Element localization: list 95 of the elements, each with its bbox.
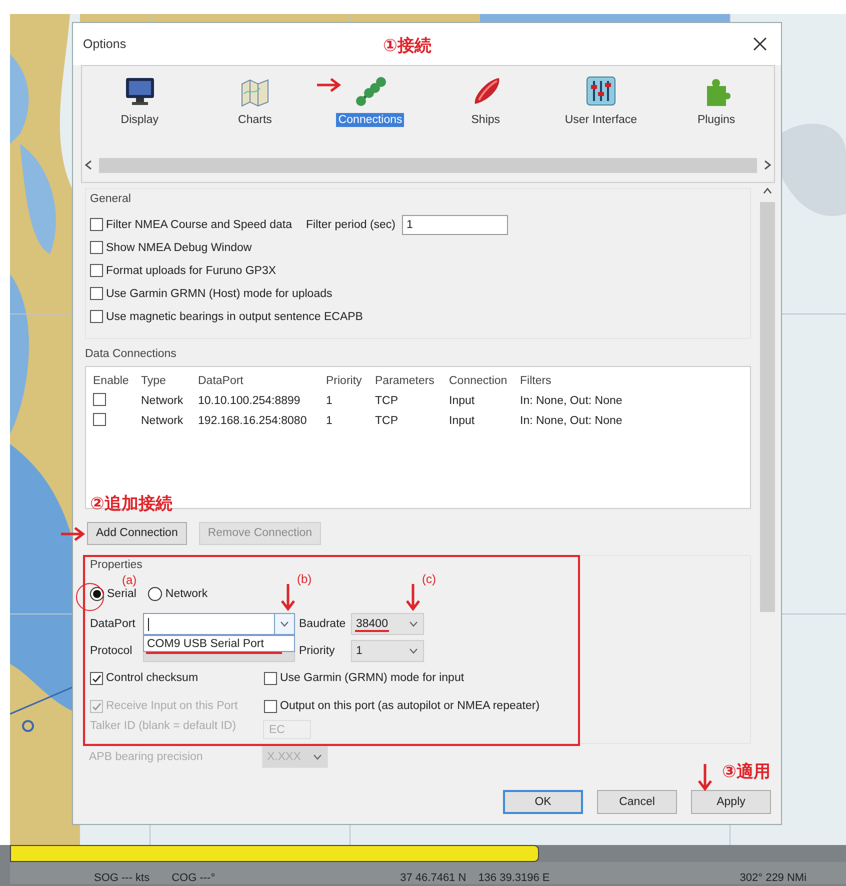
column-header: Filters bbox=[520, 375, 552, 387]
annotation-label: ②追加接続 bbox=[90, 494, 172, 514]
column-header: Priority bbox=[326, 375, 363, 387]
table-cell-text: 1 bbox=[326, 395, 334, 407]
scrollbar-thumb[interactable] bbox=[760, 202, 774, 612]
chevron-up-icon[interactable] bbox=[762, 186, 772, 196]
close-icon[interactable] bbox=[753, 37, 767, 51]
scrollbar-thumb[interactable] bbox=[99, 158, 757, 172]
checkbox[interactable] bbox=[90, 672, 103, 684]
column-header: DataPort bbox=[198, 375, 244, 387]
arrow bbox=[316, 77, 342, 93]
checkbox-label: Use magnetic bearings in output sentence ECAPB bbox=[106, 310, 363, 322]
annotation-label: ①接続 bbox=[383, 36, 432, 56]
caret-icon bbox=[313, 754, 322, 760]
column-header: Type bbox=[141, 375, 167, 387]
field-label: Priority bbox=[299, 645, 336, 657]
section-title: Properties bbox=[90, 558, 142, 572]
toolbar-tab[interactable]: User Interface bbox=[543, 74, 659, 156]
chevron-right-icon[interactable] bbox=[763, 160, 772, 170]
chevron-left-icon[interactable] bbox=[84, 160, 93, 170]
status-text: 136 39.3196 E bbox=[478, 872, 550, 884]
checkbox-label: Control checksum bbox=[106, 672, 198, 684]
checkbox-label: Filter NMEA Course and Speed data bbox=[106, 218, 292, 230]
checkbox[interactable] bbox=[264, 700, 277, 712]
status-text: SOG --- kts bbox=[94, 872, 150, 884]
input-field[interactable]: 1 bbox=[402, 214, 508, 234]
table-cell-text: TCP bbox=[375, 415, 399, 427]
baudrate-dropdown[interactable]: 38400 bbox=[351, 613, 424, 635]
checkbox[interactable] bbox=[90, 310, 103, 323]
radio-option[interactable]: Network bbox=[148, 587, 208, 601]
annotation-label: (c) bbox=[422, 572, 436, 586]
table-cell-text: In: None, Out: None bbox=[520, 415, 624, 427]
checkbox-label: Format uploads for Furuno GP3X bbox=[106, 264, 276, 276]
status-text: 302° 229 NMi bbox=[740, 872, 807, 884]
checkbox-label: Use Garmin (GRMN) mode for input bbox=[280, 672, 464, 684]
sliders-icon bbox=[584, 74, 618, 108]
toolbar-tab[interactable]: Plugins bbox=[658, 74, 774, 156]
dialog-button[interactable]: Apply bbox=[691, 790, 771, 814]
table-cell-text: Network bbox=[141, 395, 184, 407]
dialog-button[interactable]: Cancel bbox=[597, 790, 677, 814]
dialog-button[interactable]: OK bbox=[503, 790, 583, 814]
section-title: General bbox=[90, 192, 131, 207]
table-cell-text: Input bbox=[449, 415, 476, 427]
caret-icon bbox=[409, 648, 418, 654]
checkbox[interactable] bbox=[90, 218, 103, 231]
chain-icon bbox=[353, 74, 388, 108]
table-cell-text: In: None, Out: None bbox=[520, 395, 624, 407]
caret-icon bbox=[409, 621, 418, 627]
checkbox[interactable] bbox=[90, 241, 103, 254]
field-label: Baudrate bbox=[299, 618, 347, 630]
table-cell-text: 192.168.16.254:8080 bbox=[198, 415, 308, 427]
checkbox[interactable] bbox=[93, 393, 106, 406]
table-cell-text: 1 bbox=[326, 415, 334, 427]
checkbox-label: Use Garmin GRMN (Host) mode for uploads bbox=[106, 288, 332, 300]
toolbar-tab[interactable]: Connections bbox=[312, 74, 428, 156]
table-cell-text: Network bbox=[141, 415, 184, 427]
checkbox-label: Output on this port (as autopilot or NMEA repeater) bbox=[280, 700, 540, 712]
priority-dropdown[interactable]: 1 bbox=[351, 640, 424, 662]
arrow bbox=[280, 583, 296, 611]
toolbar-tab[interactable]: Charts bbox=[197, 74, 313, 156]
dataport-dropdown[interactable] bbox=[143, 613, 295, 635]
checkbox-label: Show NMEA Debug Window bbox=[106, 242, 252, 254]
checkbox[interactable] bbox=[264, 672, 277, 684]
checkbox[interactable] bbox=[93, 413, 106, 426]
arrow bbox=[697, 763, 713, 791]
table-cell-text: Input bbox=[449, 395, 476, 407]
table-cell-text: TCP bbox=[375, 395, 399, 407]
arrow bbox=[405, 583, 421, 611]
column-header: Enable bbox=[93, 375, 130, 387]
annotation-label: ③適用 bbox=[722, 762, 770, 782]
field-label: APB bearing precision bbox=[89, 751, 204, 763]
column-header: Connection bbox=[449, 375, 508, 387]
caret-icon bbox=[280, 621, 289, 627]
toolbar-tab[interactable]: Ships bbox=[428, 74, 544, 156]
column-header: Parameters bbox=[375, 375, 436, 387]
annotation-label: (a) bbox=[122, 573, 137, 587]
window-title: Options bbox=[83, 37, 126, 51]
toolbar-tab[interactable]: Display bbox=[82, 74, 198, 156]
field-label: Protocol bbox=[90, 645, 134, 657]
table-cell-text: 10.10.100.254:8899 bbox=[198, 395, 302, 407]
annotation-label: (b) bbox=[297, 572, 312, 586]
field-label: Filter period (sec) bbox=[306, 218, 396, 230]
checkbox[interactable] bbox=[90, 287, 103, 300]
radio-option[interactable]: Serial bbox=[90, 587, 136, 601]
connection-button[interactable]: Add Connection bbox=[87, 522, 187, 544]
field-label: DataPort bbox=[90, 618, 136, 630]
underline-mark bbox=[355, 630, 389, 632]
status-text: 37 46.7461 N bbox=[400, 872, 466, 884]
highlight-circle bbox=[76, 583, 104, 611]
status-text: COG ---° bbox=[172, 872, 216, 884]
checkbox[interactable] bbox=[90, 264, 103, 277]
section-title: Data Connections bbox=[85, 347, 176, 362]
field-label: Talker ID (blank = default ID) bbox=[90, 720, 238, 732]
dropdown-menu[interactable]: COM9 USB Serial Port bbox=[143, 635, 295, 652]
checkbox-label: Receive Input on this Port bbox=[106, 700, 238, 712]
